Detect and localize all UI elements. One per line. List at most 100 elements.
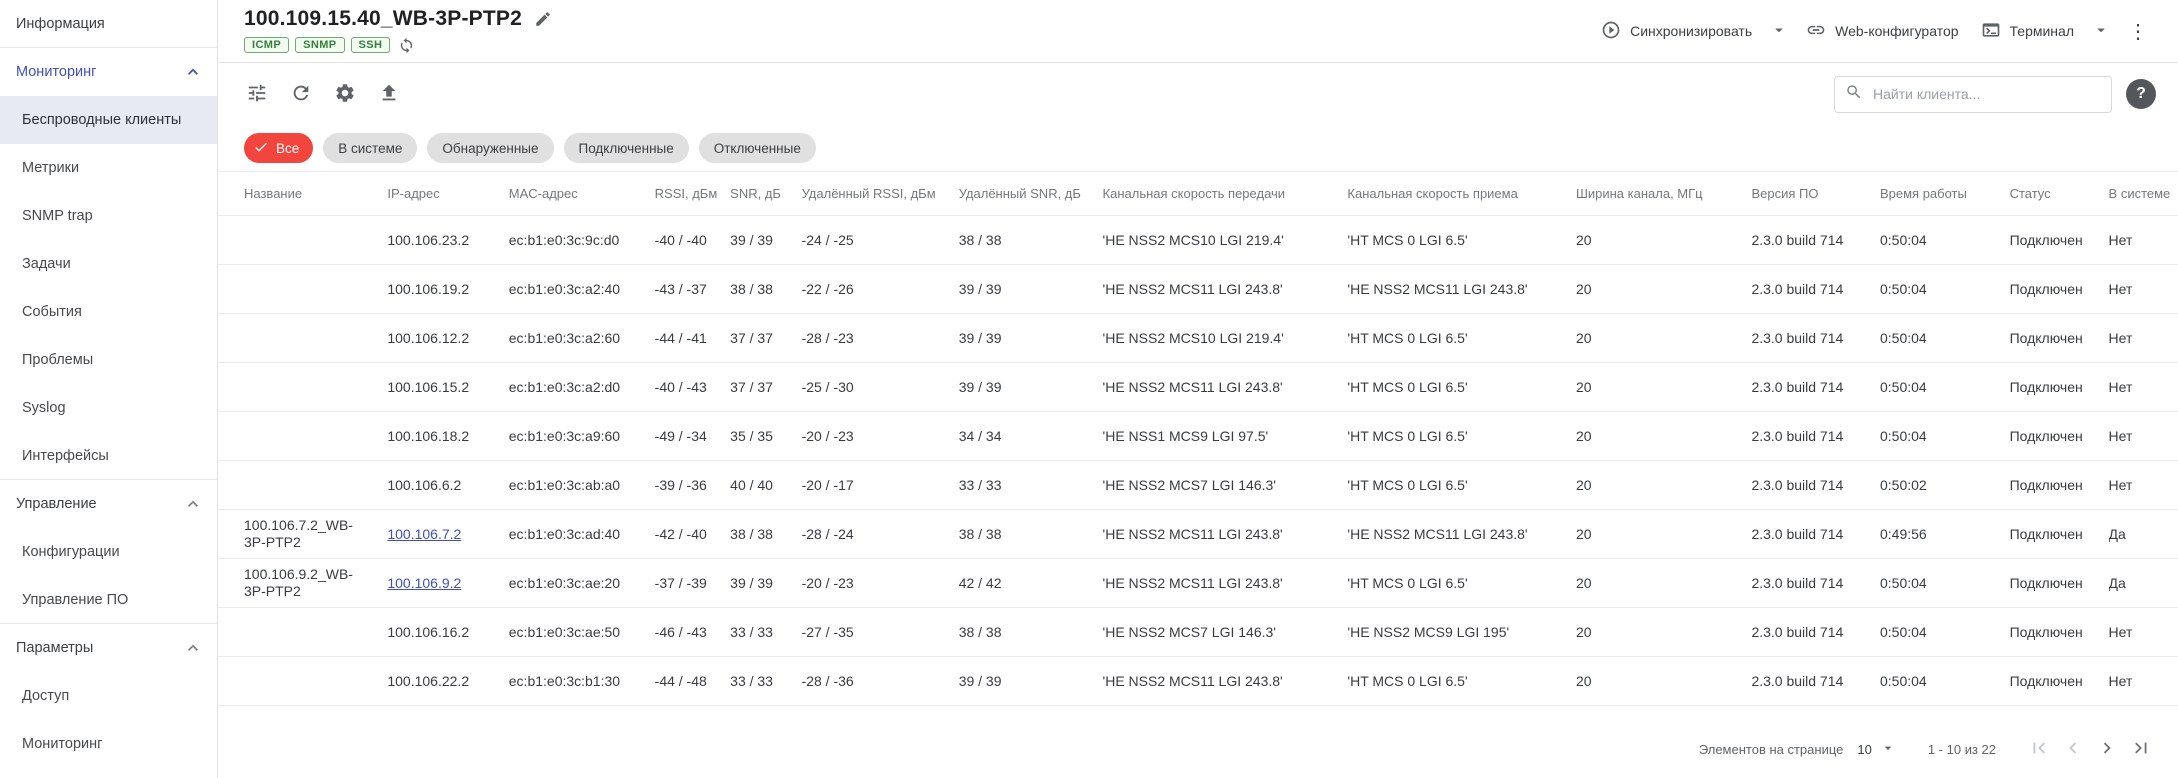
search-input[interactable] xyxy=(1871,85,2101,103)
client-row[interactable]: 100.106.18.2ec:b1:e0:3c:a9:60-49 / -3435… xyxy=(218,412,2178,461)
protocol-badges: ICMP SNMP SSH xyxy=(244,35,554,56)
filter-chip-connected[interactable]: Подключенные xyxy=(564,133,689,163)
terminal-button[interactable]: Терминал xyxy=(1971,12,2084,51)
web-configurator-label: Web-конфигуратор xyxy=(1835,23,1958,39)
client-row[interactable]: 100.106.16.2ec:b1:e0:3c:ae:50-46 / -4333… xyxy=(218,608,2178,657)
next-page-button[interactable] xyxy=(2090,732,2124,766)
cell-version: 2.3.0 build 714 xyxy=(1751,657,1880,706)
sidebar-item-problems[interactable]: Проблемы xyxy=(0,336,217,384)
sidebar-item-events[interactable]: События xyxy=(0,288,217,336)
last-page-button[interactable] xyxy=(2124,732,2158,766)
synchronize-dropdown-button[interactable] xyxy=(1764,13,1794,50)
synchronize-button[interactable]: Синхронизировать xyxy=(1591,12,1762,51)
sidebar-section-management[interactable]: Управление xyxy=(0,480,217,528)
upload-button[interactable] xyxy=(370,75,408,113)
first-page-button[interactable] xyxy=(2022,732,2056,766)
filter-chip-disconnected[interactable]: Отключенные xyxy=(699,133,816,163)
filter-chip-all[interactable]: Все xyxy=(244,133,313,163)
terminal-dropdown-button[interactable] xyxy=(2086,13,2116,50)
cell-remote_snr: 42 / 42 xyxy=(959,559,1103,608)
sidebar-item-access[interactable]: Доступ xyxy=(0,672,217,720)
sidebar-item-label: Мониторинг xyxy=(16,64,96,80)
cell-rx_rate: 'HT MCS 0 LGI 6.5' xyxy=(1347,216,1576,265)
cell-status: Подключен xyxy=(2010,216,2109,265)
sidebar-item-snmp-trap[interactable]: SNMP trap xyxy=(0,192,217,240)
cell-mac: ec:b1:e0:3c:a2:d0 xyxy=(509,363,655,412)
sidebar-item-wireless-clients[interactable]: Беспроводные клиенты xyxy=(0,96,217,144)
pagination-bar: Элементов на странице 10 1 - 10 из 22 xyxy=(218,706,2178,778)
cell-uptime: 0:50:02 xyxy=(1880,461,2010,510)
cell-rx_rate: 'HT MCS 0 LGI 6.5' xyxy=(1347,363,1576,412)
more-menu-button[interactable]: ⋮ xyxy=(2118,15,2158,48)
sidebar-section-monitoring[interactable]: Мониторинг xyxy=(0,48,217,96)
client-row[interactable]: 100.106.22.2ec:b1:e0:3c:b1:30-44 / -4833… xyxy=(218,657,2178,706)
cell-status: Подключен xyxy=(2010,608,2109,657)
client-row[interactable]: 100.106.7.2_WB-3P-PTP2100.106.7.2ec:b1:e… xyxy=(218,510,2178,559)
cell-channel_width: 20 xyxy=(1576,216,1751,265)
sidebar-item-software-management[interactable]: Управление ПО xyxy=(0,576,217,624)
cell-remote_snr: 39 / 39 xyxy=(959,265,1103,314)
tune-sliders-icon xyxy=(246,82,268,107)
client-row[interactable]: 100.106.9.2_WB-3P-PTP2100.106.9.2ec:b1:e… xyxy=(218,559,2178,608)
filter-columns-button[interactable] xyxy=(238,75,276,113)
client-row[interactable]: 100.106.12.2ec:b1:e0:3c:a2:60-44 / -4137… xyxy=(218,314,2178,363)
cell-ip: 100.106.6.2 xyxy=(387,461,508,510)
items-per-page-select[interactable]: 10 xyxy=(1855,736,1897,763)
sidebar-item-information[interactable]: Информация xyxy=(0,0,217,48)
sidebar-item-monitoring-params[interactable]: Мониторинг xyxy=(0,720,217,768)
client-row[interactable]: 100.106.23.2ec:b1:e0:3c:9c:d0-40 / -4039… xyxy=(218,216,2178,265)
cell-rx_rate: 'HT MCS 0 LGI 6.5' xyxy=(1347,657,1576,706)
cell-version: 2.3.0 build 714 xyxy=(1751,461,1880,510)
client-row[interactable]: 100.106.15.2ec:b1:e0:3c:a2:d0-40 / -4337… xyxy=(218,363,2178,412)
filter-chip-in-system[interactable]: В системе xyxy=(323,133,417,163)
cell-snr: 38 / 38 xyxy=(730,510,801,559)
sidebar-item-label: SNMP trap xyxy=(22,208,93,224)
sidebar-item-tasks[interactable]: Задачи xyxy=(0,240,217,288)
clients-toolbar: ? xyxy=(218,63,2178,125)
cell-ip: 100.106.23.2 xyxy=(387,216,508,265)
cell-uptime: 0:50:04 xyxy=(1880,608,2010,657)
client-row[interactable]: 100.106.6.2ec:b1:e0:3c:ab:a0-39 / -3640 … xyxy=(218,461,2178,510)
cell-name xyxy=(218,265,387,314)
filter-chips: Все В системе Обнаруженные Подключенные … xyxy=(218,125,2178,171)
table-body: 100.106.23.2ec:b1:e0:3c:9c:d0-40 / -4039… xyxy=(218,216,2178,706)
cell-tx_rate: 'HE NSS1 MCS9 LGI 97.5' xyxy=(1103,412,1348,461)
sidebar-section-parameters[interactable]: Параметры xyxy=(0,624,217,672)
cell-remote_rssi: -28 / -24 xyxy=(802,510,959,559)
sidebar-item-syslog[interactable]: Syslog xyxy=(0,384,217,432)
chip-label: Подключенные xyxy=(579,141,674,156)
cell-rssi: -44 / -41 xyxy=(655,314,731,363)
edit-title-icon[interactable] xyxy=(532,8,554,30)
cell-rx_rate: 'HE NSS2 MCS9 LGI 195' xyxy=(1347,608,1576,657)
refresh-button[interactable] xyxy=(282,75,320,113)
help-button[interactable]: ? xyxy=(2126,79,2156,109)
sidebar-item-label: Мониторинг xyxy=(22,736,102,752)
sidebar-item-metrics[interactable]: Метрики xyxy=(0,144,217,192)
cell-ip: 100.106.7.2 xyxy=(387,510,508,559)
sync-loop-icon[interactable] xyxy=(396,35,417,56)
web-configurator-button[interactable]: Web-конфигуратор xyxy=(1796,12,1968,51)
sidebar-item-interfaces[interactable]: Интерфейсы xyxy=(0,432,217,480)
settings-button[interactable] xyxy=(326,75,364,113)
cell-snr: 37 / 37 xyxy=(730,314,801,363)
sidebar-item-configurations[interactable]: Конфигурации xyxy=(0,528,217,576)
cell-uptime: 0:50:04 xyxy=(1880,265,2010,314)
chip-label: Обнаруженные xyxy=(442,141,538,156)
sidebar: Информация Мониторинг Беспроводные клиен… xyxy=(0,0,218,778)
cell-version: 2.3.0 build 714 xyxy=(1751,216,1880,265)
gear-icon xyxy=(334,82,356,107)
client-ip-link[interactable]: 100.106.7.2 xyxy=(387,526,461,542)
client-ip-link[interactable]: 100.106.9.2 xyxy=(387,575,461,591)
sidebar-item-label: Беспроводные клиенты xyxy=(22,112,181,128)
device-title-block: 100.109.15.40_WB-3P-PTP2 ICMP SNMP SSH xyxy=(244,7,554,56)
client-row[interactable]: 100.106.19.2ec:b1:e0:3c:a2:40-43 / -3738… xyxy=(218,265,2178,314)
sidebar-item-label: Управление ПО xyxy=(22,592,128,608)
chevron-right-icon xyxy=(2096,737,2118,762)
filter-chip-discovered[interactable]: Обнаруженные xyxy=(427,133,553,163)
cell-rssi: -39 / -36 xyxy=(655,461,731,510)
column-header: SNR, дБ xyxy=(730,172,801,216)
column-header: Версия ПО xyxy=(1751,172,1880,216)
cell-name xyxy=(218,363,387,412)
previous-page-button[interactable] xyxy=(2056,732,2090,766)
cell-in_system: Да xyxy=(2109,510,2178,559)
